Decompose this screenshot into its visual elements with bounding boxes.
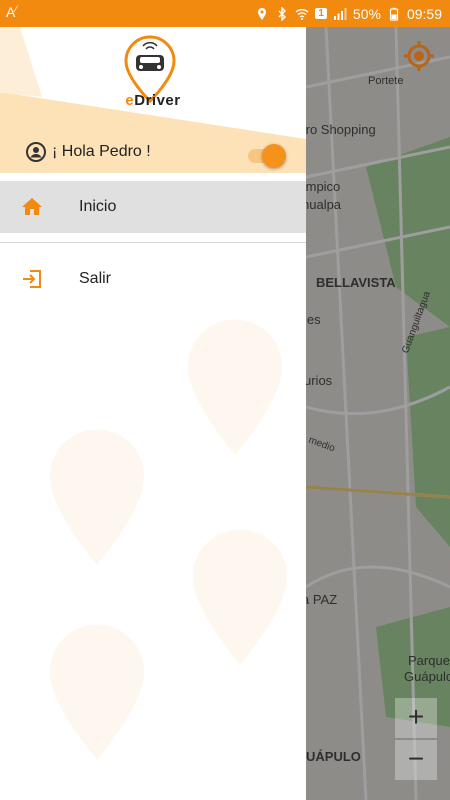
map-label: Portete [368, 75, 404, 87]
brand-wordmark: eDriver [125, 92, 181, 109]
availability-toggle[interactable] [248, 144, 286, 168]
battery-icon [389, 7, 399, 21]
menu-item-inicio[interactable]: Inicio [0, 181, 306, 233]
map-label: ímpico [306, 179, 341, 194]
user-greeting: ¡ Hola Pedro ! [26, 142, 151, 162]
map-label: Parque [408, 653, 450, 668]
map-label: Guápulo [404, 669, 450, 684]
map-view[interactable]: Portete tro Shopping ímpico hualpa BELLA… [306, 27, 450, 800]
greeting-text: ¡ Hola Pedro ! [52, 143, 151, 160]
clock: 09:59 [406, 5, 442, 22]
location-icon [258, 7, 267, 20]
watermark-pin-icon [49, 624, 145, 760]
map-label: tro Shopping [306, 122, 376, 137]
map-label: urios [306, 373, 333, 388]
drawer-scrim[interactable] [306, 27, 450, 800]
signal-icon [333, 7, 347, 20]
zoom-out-button[interactable]: − [395, 740, 437, 780]
exit-icon [23, 270, 41, 288]
home-icon [22, 198, 42, 215]
map-label: BELLAVISTA [316, 275, 396, 290]
watermark-pin-icon [187, 319, 283, 455]
my-location-icon[interactable] [404, 41, 434, 71]
watermark-pin-icon [49, 429, 145, 565]
status-bar: A⁄ 1 50% 09:59 [0, 0, 450, 27]
user-avatar-icon [26, 142, 46, 162]
bluetooth-icon [278, 6, 287, 21]
battery-percent: 50% [352, 5, 381, 22]
sim-badge: 1 [315, 8, 327, 19]
wifi-icon [295, 8, 309, 20]
map-label: les [306, 312, 321, 327]
menu-item-label: Salir [79, 270, 112, 287]
watermark-pin-icon [192, 529, 288, 665]
menu-item-label: Inicio [79, 198, 117, 215]
toggle-knob [262, 144, 286, 168]
navigation-drawer: eDriver ¡ Hola Pedro ! Inicio Salir [0, 27, 306, 800]
font-size-icon: A⁄ [6, 4, 17, 20]
map-label: a PAZ [306, 592, 338, 607]
map-label: UÁPULO [306, 749, 361, 764]
map-label: hualpa [306, 197, 342, 212]
menu-divider [0, 242, 306, 243]
zoom-in-button[interactable]: + [395, 698, 437, 738]
menu-item-salir[interactable]: Salir [0, 253, 306, 305]
